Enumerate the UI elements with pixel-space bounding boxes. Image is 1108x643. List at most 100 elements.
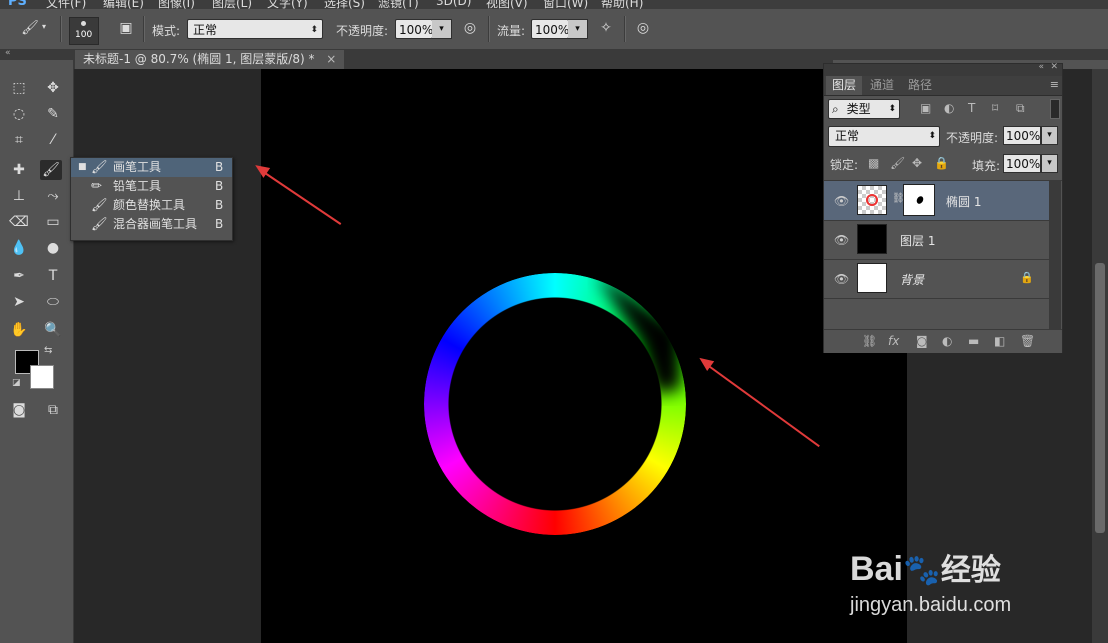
adjustment-layer-icon[interactable]: ◐ xyxy=(942,334,952,348)
zoom-tool-icon[interactable]: 🔍 xyxy=(42,320,64,340)
layer-list-scrollbar[interactable] xyxy=(1049,181,1061,329)
layer-opacity-dropdown[interactable]: ▾ xyxy=(1041,126,1058,145)
type-tool-icon[interactable]: T xyxy=(42,266,64,286)
menu-file[interactable]: 文件(F) xyxy=(46,0,86,9)
flyout-item-pencil[interactable]: ✏ 铅笔工具 B xyxy=(71,177,232,196)
link-layers-icon[interactable]: ⛓ xyxy=(862,334,877,348)
new-group-icon[interactable]: ▬ xyxy=(968,334,979,348)
layer-row-layer1[interactable]: 👁 图层 1 xyxy=(824,220,1049,260)
quick-mask-icon[interactable]: ◙ xyxy=(8,400,30,420)
fill-dropdown[interactable]: ▾ xyxy=(1041,154,1058,173)
menu-3d[interactable]: 3D(D) xyxy=(436,0,471,8)
eyedropper-tool-icon[interactable]: ⁄ xyxy=(42,130,64,150)
menu-window[interactable]: 窗口(W) xyxy=(543,0,588,9)
brush-size-picker[interactable]: 100 xyxy=(69,17,99,45)
type-filter-icon[interactable]: T xyxy=(968,101,975,115)
blend-mode-select[interactable]: 正常 ⬍ xyxy=(828,126,940,147)
ellipse-tool-icon[interactable]: ⬭ xyxy=(42,292,64,312)
mask-link-icon[interactable]: ⛓ xyxy=(892,193,905,204)
layer-row-ellipse[interactable]: 👁 ⛓ 椭圆 1 xyxy=(824,181,1049,221)
lasso-tool-icon[interactable]: ◌ xyxy=(8,104,30,124)
document-tab-row: 未标题-1 @ 80.7% (椭圆 1, 图层蒙版/8) * × xyxy=(73,50,833,69)
mode-label: 模式: xyxy=(152,24,181,38)
hand-tool-icon[interactable]: ✋ xyxy=(8,320,30,340)
brush-tool-preset-icon[interactable]: 🖌 xyxy=(20,20,40,36)
visibility-eye-icon[interactable]: 👁 xyxy=(834,194,849,208)
gradient-tool-icon[interactable]: ▭ xyxy=(42,212,64,232)
close-tab-icon[interactable]: × xyxy=(326,52,336,66)
filter-toggle[interactable] xyxy=(1050,99,1060,119)
close-panel-icon[interactable]: ✕ xyxy=(1050,62,1058,72)
scrollbar-thumb[interactable] xyxy=(1095,263,1105,533)
fill-field[interactable]: 100% xyxy=(1003,154,1041,173)
collapse-panel-icon[interactable]: « xyxy=(1038,62,1044,72)
menu-view[interactable]: 视图(V) xyxy=(486,0,528,9)
flow-field[interactable]: 100% xyxy=(531,19,569,39)
blur-tool-icon[interactable]: 💧 xyxy=(8,238,30,258)
layer-row-background[interactable]: 👁 背景 🔒 xyxy=(824,259,1049,299)
quick-selection-tool-icon[interactable]: ✎ xyxy=(42,104,64,124)
document-tab[interactable]: 未标题-1 @ 80.7% (椭圆 1, 图层蒙版/8) * × xyxy=(75,50,345,69)
opacity-dropdown-button[interactable]: ▾ xyxy=(432,19,452,39)
menu-help[interactable]: 帮助(H) xyxy=(601,0,643,9)
tab-channels[interactable]: 通道 xyxy=(864,76,900,95)
collapse-arrows-icon[interactable]: « xyxy=(5,48,11,58)
background-color-swatch[interactable] xyxy=(30,365,54,389)
screen-mode-icon[interactable]: ⧉ xyxy=(42,400,64,420)
flow-dropdown-button[interactable]: ▾ xyxy=(568,19,588,39)
history-brush-tool-icon[interactable]: ⤳ xyxy=(42,186,64,206)
tab-paths[interactable]: 路径 xyxy=(902,76,938,95)
layer-filter-select[interactable]: ⌕ 类型 ⬍ xyxy=(828,99,900,119)
crop-tool-icon[interactable]: ⌗ xyxy=(8,130,30,150)
visibility-eye-icon[interactable]: 👁 xyxy=(834,272,849,286)
layer-opacity-field[interactable]: 100% xyxy=(1003,126,1041,145)
default-colors-icon[interactable]: ◪ xyxy=(12,378,21,388)
smart-object-filter-icon[interactable]: ⧉ xyxy=(1016,101,1025,116)
eraser-tool-icon[interactable]: ⌫ xyxy=(8,212,30,232)
menu-select[interactable]: 选择(S) xyxy=(324,0,365,9)
pen-tool-icon[interactable]: ✒ xyxy=(8,266,30,286)
menu-image[interactable]: 图像(I) xyxy=(158,0,195,9)
airbrush-icon[interactable]: ✧ xyxy=(596,20,616,36)
marquee-tool-icon[interactable]: ⬚ xyxy=(8,78,30,98)
chevron-down-icon[interactable]: ▾ xyxy=(42,22,46,31)
flyout-item-brush[interactable]: ■ 🖌 画笔工具 B xyxy=(71,158,232,177)
layer-mask-thumbnail[interactable] xyxy=(903,184,935,216)
layer-style-icon[interactable]: fx xyxy=(888,334,899,348)
pressure-opacity-icon[interactable]: ◎ xyxy=(460,20,480,36)
mode-select[interactable]: 正常 ⬍ xyxy=(187,19,323,39)
clone-stamp-tool-icon[interactable]: ⊥ xyxy=(8,186,30,206)
lock-label: 锁定: xyxy=(830,158,859,172)
new-layer-icon[interactable]: ◧ xyxy=(994,334,1005,348)
shape-filter-icon[interactable]: ⌑ xyxy=(992,101,998,115)
move-tool-icon[interactable]: ✥ xyxy=(42,78,64,98)
menu-edit[interactable]: 编辑(E) xyxy=(103,0,144,9)
flyout-item-color-replacement[interactable]: 🖌 颜色替换工具 B xyxy=(71,196,232,215)
healing-brush-tool-icon[interactable]: ✚ xyxy=(8,160,30,180)
delete-layer-icon[interactable]: 🗑 xyxy=(1020,334,1035,348)
vertical-scrollbar[interactable] xyxy=(1092,69,1108,643)
visibility-eye-icon[interactable]: 👁 xyxy=(834,233,849,247)
dodge-tool-icon[interactable]: ● xyxy=(42,238,64,258)
menu-layer[interactable]: 图层(L) xyxy=(212,0,252,9)
menu-type[interactable]: 文字(Y) xyxy=(267,0,308,9)
pixel-filter-icon[interactable]: ▣ xyxy=(920,101,931,115)
lock-pixels-icon[interactable]: 🖌 xyxy=(890,156,905,170)
adjustment-filter-icon[interactable]: ◐ xyxy=(944,101,954,115)
menu-filter[interactable]: 滤镜(T) xyxy=(378,0,419,9)
path-selection-tool-icon[interactable]: ➤ xyxy=(8,292,30,312)
brush-panel-toggle-icon[interactable]: ▣ xyxy=(116,20,136,36)
lock-transparent-icon[interactable]: ▩ xyxy=(868,156,879,170)
pressure-size-icon[interactable]: ◎ xyxy=(633,20,653,36)
lock-all-icon[interactable]: 🔒 xyxy=(934,156,949,170)
flyout-item-mixer-brush[interactable]: 🖌 混合器画笔工具 B xyxy=(71,215,232,234)
swap-colors-icon[interactable]: ⇆ xyxy=(44,345,52,356)
panel-menu-icon[interactable]: ≡ xyxy=(1050,78,1059,91)
opacity-field[interactable]: 100% xyxy=(395,19,433,39)
flow-value: 100% xyxy=(535,23,570,37)
lock-position-icon[interactable]: ✥ xyxy=(912,156,922,170)
document-canvas[interactable] xyxy=(261,69,907,643)
add-mask-icon[interactable]: ◙ xyxy=(916,334,928,348)
brush-tool-icon[interactable]: 🖌 xyxy=(40,160,62,180)
tab-layers[interactable]: 图层 xyxy=(826,76,863,95)
